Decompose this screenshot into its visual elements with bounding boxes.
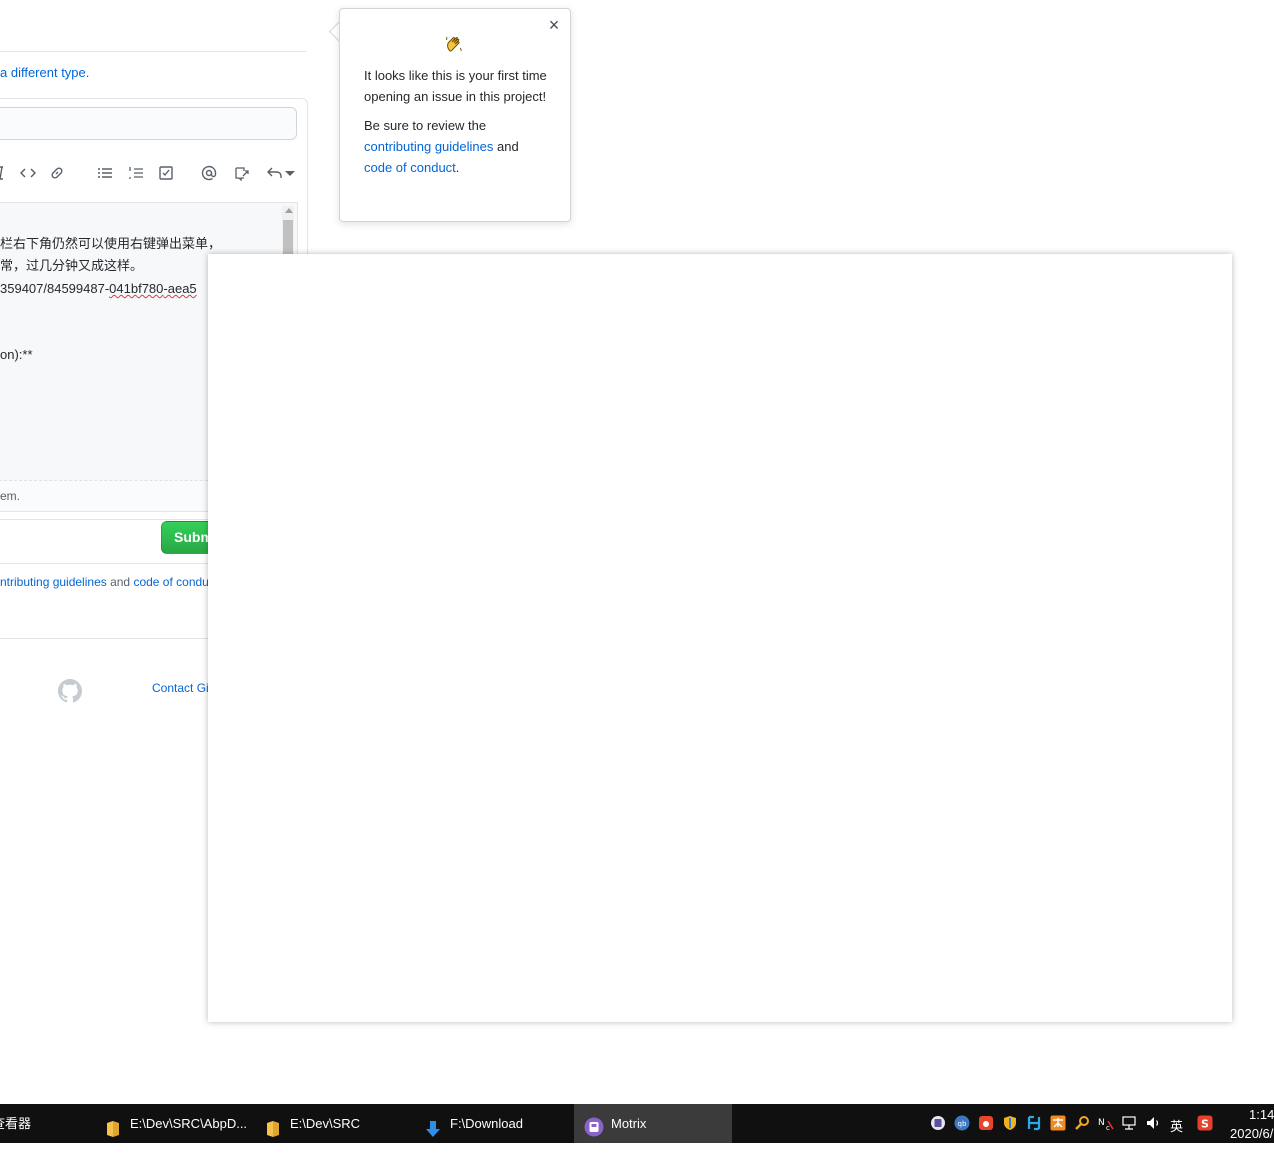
svg-text:c: c bbox=[1106, 1124, 1110, 1131]
attach-files-text: em. bbox=[0, 489, 21, 503]
unordered-list-icon[interactable] bbox=[96, 164, 114, 182]
motrix-icon bbox=[584, 1113, 604, 1137]
popover-code-of-conduct-link[interactable]: code of conduct bbox=[364, 160, 456, 175]
ordered-list-icon[interactable] bbox=[127, 164, 145, 182]
comment-text-line: 常，过几分钟又成这样。 bbox=[0, 258, 144, 273]
taskbar-item-label: Motrix bbox=[611, 1116, 647, 1131]
popover-review-prefix: Be sure to review the bbox=[364, 118, 487, 133]
contact-github-link[interactable]: Contact Gi bbox=[152, 681, 209, 695]
tray-translate-icon[interactable] bbox=[1050, 1115, 1066, 1131]
taskbar-item-label: E:\Dev\SRC bbox=[290, 1116, 361, 1131]
comment-text-line: on):** bbox=[0, 347, 33, 362]
popover-review-text: Be sure to review the contributing guide… bbox=[364, 115, 550, 178]
svg-text:qb: qb bbox=[958, 1120, 967, 1128]
folder-icon bbox=[104, 1114, 122, 1137]
comment-text-segment: 359407/84599487- bbox=[0, 281, 110, 296]
tray-network-icon[interactable] bbox=[1122, 1115, 1138, 1131]
comment-text-line: 栏右下角仍然可以使用右键弹出菜单， bbox=[0, 236, 222, 251]
issue-title-input[interactable] bbox=[0, 107, 297, 140]
code-icon[interactable] bbox=[19, 164, 37, 182]
taskbar-item-download[interactable]: F:\Download bbox=[416, 1104, 572, 1143]
svg-text:N: N bbox=[1098, 1118, 1105, 1128]
tray-app-icon[interactable] bbox=[930, 1115, 946, 1131]
comment-text-segment: -aea5 bbox=[163, 281, 197, 296]
taskbar-item-label: 查看器 bbox=[0, 1116, 32, 1131]
tray-shield-icon[interactable] bbox=[1002, 1115, 1018, 1131]
misspelled-word: 041bf780 bbox=[109, 281, 164, 296]
popover-close-button[interactable]: × bbox=[546, 16, 562, 34]
tray-network-app-icon[interactable] bbox=[1026, 1115, 1042, 1131]
waving-hand-icon bbox=[444, 34, 464, 54]
cross-reference-icon[interactable] bbox=[233, 164, 251, 182]
popover-and-text: and bbox=[493, 139, 519, 154]
github-logo-icon[interactable] bbox=[58, 679, 82, 703]
markdown-toolbar bbox=[0, 160, 306, 186]
chevron-down-icon[interactable] bbox=[282, 164, 295, 182]
popover-period-text: . bbox=[455, 160, 460, 175]
blank-overlay-window[interactable] bbox=[208, 254, 1232, 1022]
tray-volume-icon[interactable] bbox=[1146, 1115, 1162, 1131]
comment-text-line: 359407/84599487-041bf780-aea5 bbox=[0, 280, 197, 298]
tray-sogou-icon[interactable]: S bbox=[1197, 1115, 1213, 1131]
tray-clock-date[interactable]: 2020/6/ bbox=[1230, 1126, 1273, 1141]
mention-icon[interactable] bbox=[200, 164, 218, 182]
popover-intro-text: It looks like this is your first time op… bbox=[364, 68, 547, 104]
code-of-conduct-link[interactable]: code of condu bbox=[133, 575, 208, 589]
page-top-divider bbox=[0, 51, 306, 52]
task-list-icon[interactable] bbox=[157, 164, 175, 182]
taskbar-item-motrix[interactable]: Motrix bbox=[574, 1104, 732, 1143]
contributing-guidelines-link[interactable]: ntributing guidelines bbox=[0, 575, 107, 589]
choose-different-type-link[interactable]: a different type. bbox=[0, 64, 89, 82]
tray-search-icon[interactable] bbox=[1074, 1115, 1090, 1131]
tray-red-app-icon[interactable] bbox=[978, 1115, 994, 1131]
taskbar-item-explorer-abp[interactable]: E:\Dev\SRC\AbpD... bbox=[96, 1104, 252, 1143]
folder-icon bbox=[264, 1114, 282, 1137]
guidelines-note: ntributing guidelines and code of condu bbox=[0, 574, 209, 590]
taskbar-item-label: E:\Dev\SRC\AbpD... bbox=[130, 1116, 248, 1131]
taskbar-item-viewer[interactable]: 查看器 bbox=[0, 1104, 86, 1143]
taskbar-item-label: F:\Download bbox=[450, 1116, 523, 1131]
tray-clock-time[interactable]: 1:14 bbox=[1249, 1107, 1274, 1122]
popover-contributing-guidelines-link[interactable]: contributing guidelines bbox=[364, 139, 493, 154]
link-icon[interactable] bbox=[48, 164, 66, 182]
italic-icon[interactable] bbox=[0, 164, 10, 182]
download-arrow-icon bbox=[424, 1114, 442, 1137]
popover-message: It looks like this is your first time op… bbox=[364, 65, 550, 186]
tray-qb-icon[interactable]: qb bbox=[954, 1115, 970, 1131]
svg-text:S: S bbox=[1201, 1118, 1209, 1131]
taskbar-item-explorer-src[interactable]: E:\Dev\SRC bbox=[256, 1104, 412, 1143]
tray-ime-indicator[interactable]: 英 bbox=[1170, 1116, 1183, 1135]
tray-input-method-icon[interactable]: Nc bbox=[1098, 1115, 1114, 1132]
guidelines-and-text: and bbox=[106, 575, 134, 589]
scrollbar-up-arrow-icon[interactable] bbox=[285, 208, 293, 213]
